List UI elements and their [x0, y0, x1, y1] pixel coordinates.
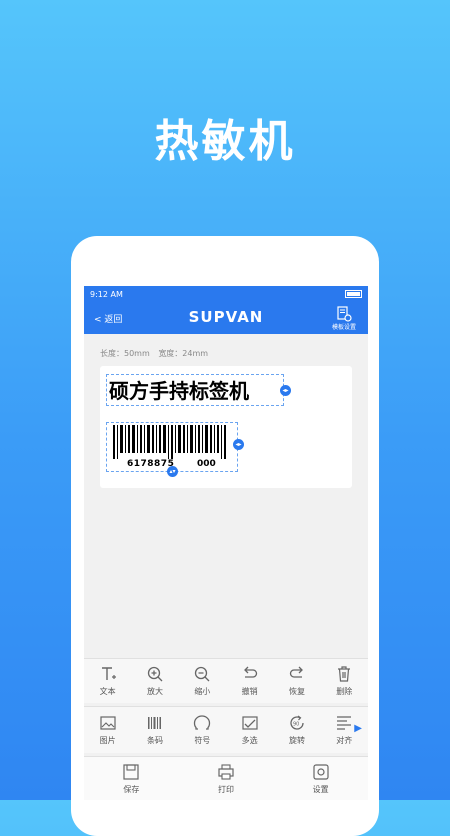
multi-select-button[interactable]: 多选	[230, 714, 270, 746]
print-button[interactable]: 打印	[206, 763, 246, 795]
label-length: 长度：50mm	[100, 349, 150, 358]
status-bar: 9:12 AM	[84, 286, 368, 302]
zoom-out-icon	[195, 666, 210, 682]
barcode-resize-handle-right[interactable]: ◂▸	[233, 439, 244, 450]
undo-button[interactable]: 撤销	[230, 665, 270, 697]
save-button[interactable]: 保存	[111, 763, 151, 795]
barcode-number-right: 000	[197, 459, 216, 469]
label-meta: 长度：50mm 宽度：24mm	[100, 348, 214, 359]
redo-icon	[289, 666, 303, 678]
multi-select-icon	[242, 716, 258, 730]
text-tool-button[interactable]: 文本	[88, 665, 128, 697]
barcode-bars	[113, 425, 226, 459]
tool-label: 缩小	[194, 687, 211, 696]
delete-button[interactable]: 删除	[324, 665, 364, 697]
rotate-icon: 90	[290, 715, 304, 730]
tool-label: 放大	[146, 687, 163, 696]
tool-label: 文本	[99, 687, 116, 696]
tool-label: 删除	[336, 687, 353, 696]
insert-toolbar: 图片 条码 符号 多选 90 旋转 对齐 ▶	[84, 706, 368, 753]
tool-label: 旋转	[288, 736, 305, 745]
template-settings-button[interactable]: 模板设置	[332, 306, 356, 331]
svg-text:90: 90	[293, 722, 299, 728]
template-settings-icon	[337, 306, 352, 322]
tool-label: 多选	[241, 736, 258, 745]
zoom-in-icon	[147, 666, 163, 682]
barcode-icon	[147, 717, 161, 729]
tool-label: 符号	[194, 736, 211, 745]
text-icon	[101, 667, 116, 680]
barcode-tool-button[interactable]: 条码	[135, 714, 175, 746]
tool-label: 保存	[123, 785, 140, 794]
tool-label: 打印	[217, 785, 234, 794]
label-width: 宽度：24mm	[158, 349, 209, 358]
redo-button[interactable]: 恢复	[277, 665, 317, 697]
trash-icon	[338, 666, 351, 682]
settings-button[interactable]: 设置	[301, 763, 341, 795]
tool-label: 条码	[146, 736, 163, 745]
app-screen: 9:12 AM < 返回 SUPVAN 模板设置 长度：50mm 宽度：24mm…	[84, 286, 368, 800]
headline-title: 热敏机	[154, 116, 296, 167]
save-icon	[123, 764, 139, 780]
tool-label: 恢复	[288, 687, 305, 696]
undo-icon	[243, 666, 257, 678]
battery-icon	[345, 290, 362, 298]
symbol-icon	[194, 715, 211, 730]
label-text-element[interactable]: 硕方手持标签机	[106, 374, 284, 406]
more-tools-arrow-icon[interactable]: ▶	[354, 723, 362, 734]
nav-bar: < 返回 SUPVAN 模板设置	[84, 302, 368, 334]
status-time: 9:12 AM	[90, 289, 123, 299]
template-settings-label: 模板设置	[332, 324, 357, 331]
bottom-action-bar: 保存 打印 设置	[84, 756, 368, 800]
image-icon	[100, 716, 116, 730]
tool-label: 撤销	[241, 687, 258, 696]
print-icon	[218, 764, 234, 780]
brand-title: SUPVAN	[188, 308, 264, 326]
align-icon	[337, 716, 352, 730]
settings-icon	[313, 764, 329, 780]
barcode-resize-handle-bottom[interactable]: ▴▾	[167, 466, 178, 477]
text-resize-handle[interactable]: ◂▸	[280, 385, 291, 396]
tool-label: 设置	[312, 785, 329, 794]
tool-label: 对齐	[336, 736, 353, 745]
label-canvas[interactable]: 硕方手持标签机 ◂▸ 6178875 000 ◂▸ ▴▾	[100, 366, 352, 488]
zoom-out-button[interactable]: 缩小	[182, 665, 222, 697]
edit-toolbar: 文本 放大 缩小 撤销 恢复 删除	[84, 658, 368, 703]
symbol-tool-button[interactable]: 符号	[182, 714, 222, 746]
tool-label: 图片	[99, 736, 116, 745]
image-tool-button[interactable]: 图片	[88, 714, 128, 746]
barcode-element[interactable]: 6178875 000	[106, 422, 238, 472]
zoom-in-button[interactable]: 放大	[135, 665, 175, 697]
rotate-button[interactable]: 90 旋转	[277, 714, 317, 746]
